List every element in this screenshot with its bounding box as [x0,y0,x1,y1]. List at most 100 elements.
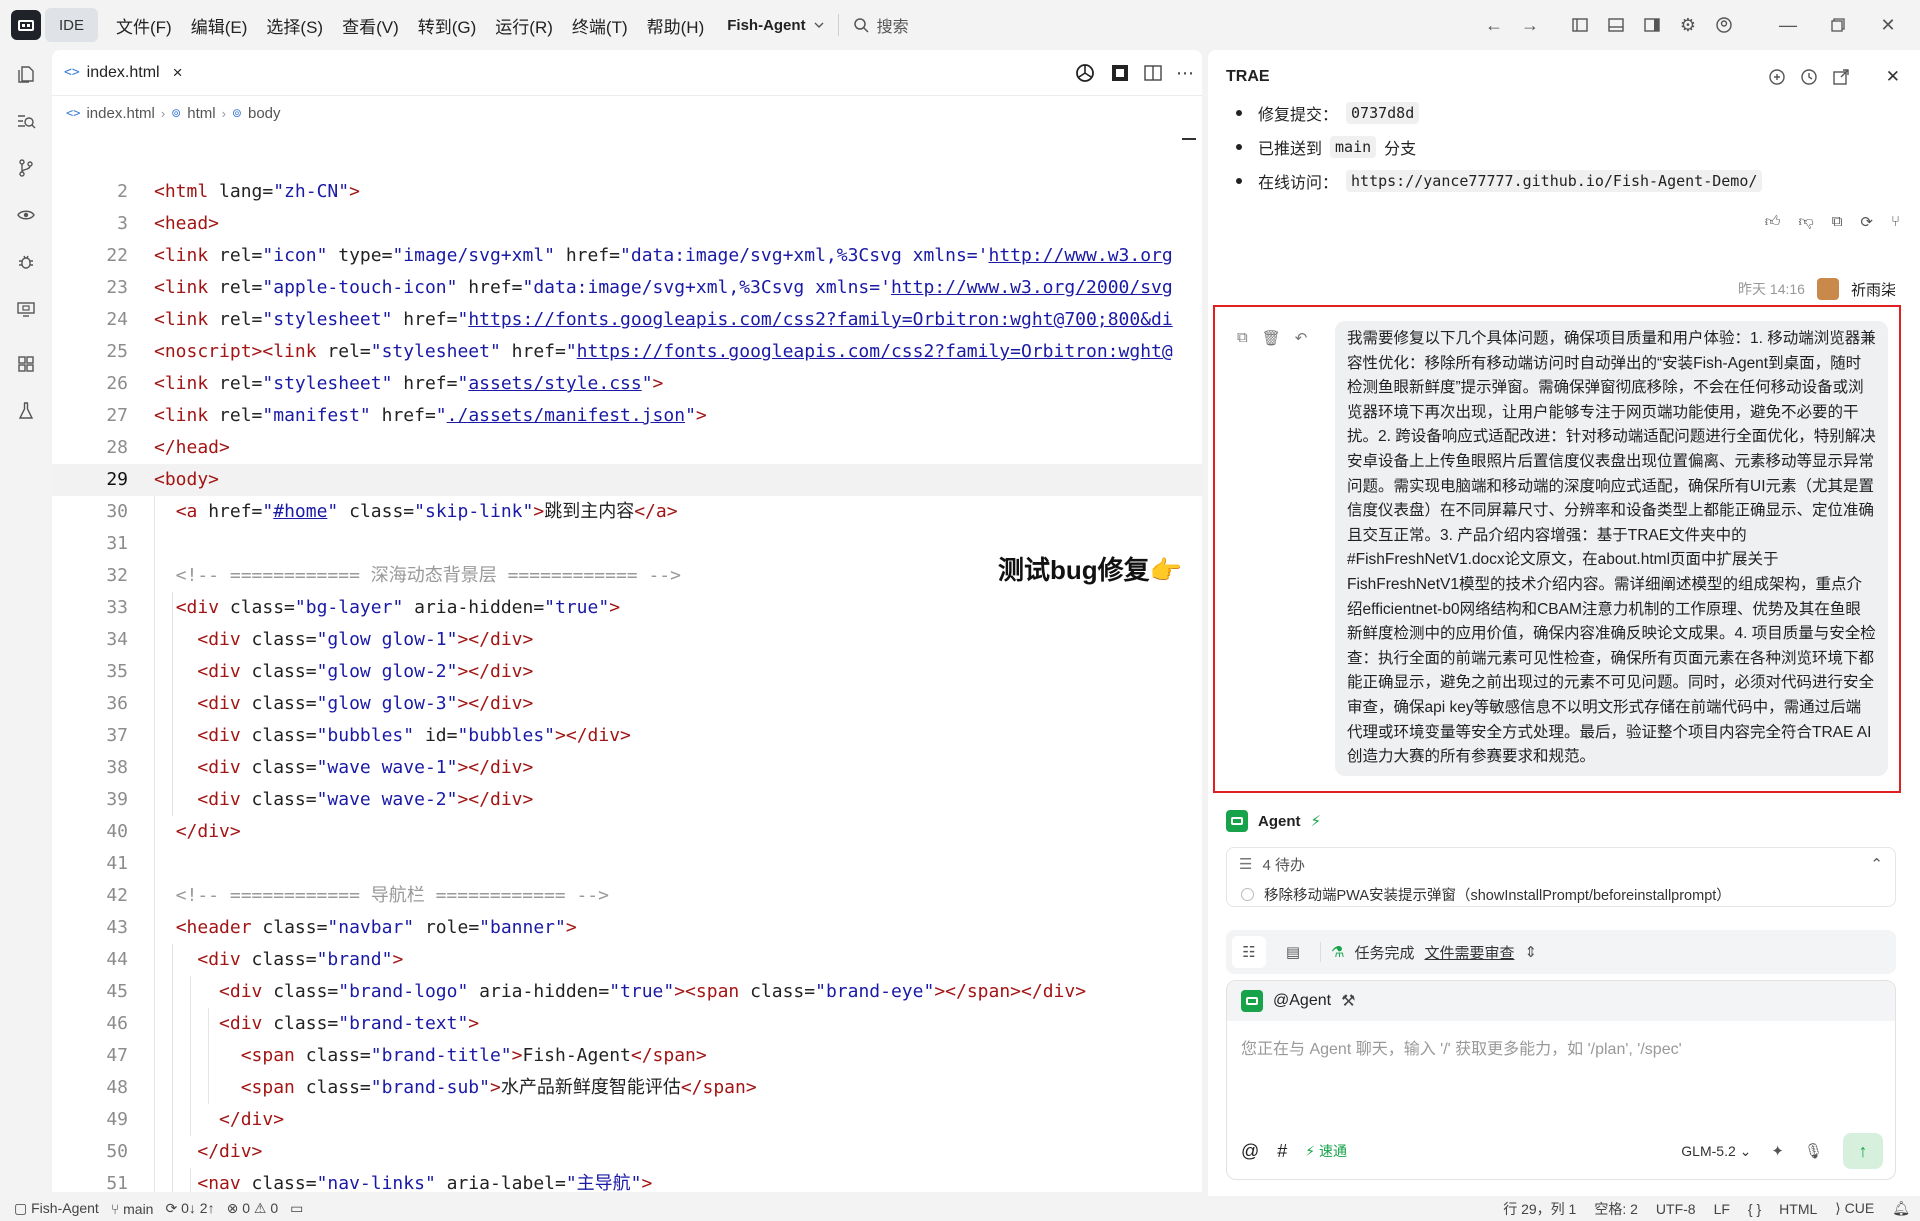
code-line[interactable]: 37 <div class="bubbles" id="bubbles"></d… [52,720,1202,752]
close-tab-icon[interactable]: × [173,63,183,83]
line-ending[interactable]: LF [1714,1201,1730,1217]
project-status[interactable]: ▢ Fish-Agent [14,1200,99,1217]
menu-run[interactable]: 运行(R) [495,13,553,38]
ai-swirl-icon[interactable] [1074,62,1096,84]
code-line[interactable]: 36 <div class="glow glow-3"></div> [52,688,1202,720]
code-line[interactable]: 48 <span class="brand-sub">水产品新鲜度智能评估</s… [52,1072,1202,1104]
breadcrumb-html[interactable]: html [187,105,215,122]
code-editor[interactable]: 2 <html lang="zh-CN"> 3 <head> 22 <link rel="… [52,176,1202,1192]
cursor-position[interactable]: 行 29，列 1 [1503,1199,1576,1219]
branch-icon[interactable]: ⑂ [1891,213,1900,231]
account-icon[interactable] [1706,7,1742,43]
back-arrow-icon[interactable]: ← [1476,7,1512,43]
close-panel-icon[interactable]: ✕ [1886,67,1900,87]
restore-icon[interactable] [1820,7,1856,43]
branch-status[interactable]: ⑂ main [111,1201,154,1217]
checklist-tab-icon[interactable]: ☷ [1232,936,1266,968]
code-line[interactable]: 23 <link rel="apple-touch-icon" href="dat… [52,272,1202,304]
problems-status[interactable]: ⊗ 0 ⚠ 0 [227,1200,279,1217]
code-line[interactable]: 34 <div class="glow glow-1"></div> [52,624,1202,656]
document-tab-icon[interactable]: ▤ [1276,936,1310,968]
code-line[interactable]: 30 <a href="#home" class="skip-link">跳到主… [52,496,1202,528]
code-line[interactable]: 41 [52,848,1202,880]
code-line[interactable]: 46 <div class="brand-text"> [52,1008,1202,1040]
preview-frame-icon[interactable] [1110,63,1130,83]
source-control-icon[interactable] [0,144,52,191]
sparkle-icon[interactable]: ✦ [1771,1142,1784,1160]
menu-go[interactable]: 转到(G) [418,13,477,38]
code-line[interactable]: 24 <link rel="stylesheet" href="https://f… [52,304,1202,336]
deploy-link[interactable]: https://yance77777.github.io/Fish-Agent-… [1346,170,1763,192]
remote-monitor-icon[interactable] [0,285,52,332]
encoding[interactable]: UTF-8 [1656,1201,1696,1217]
tools-icon[interactable]: ⚒ [1341,991,1355,1011]
at-mention-icon[interactable]: @ [1241,1141,1259,1162]
delete-icon[interactable]: 🗑︎ [1262,329,1281,347]
project-switcher[interactable]: Fish-Agent [727,17,824,34]
code-line[interactable]: 42 <!-- ============ 导航栏 ============ --… [52,880,1202,912]
language-mode[interactable]: HTML [1779,1201,1817,1217]
microphone-icon[interactable]: 🎙︎ [1804,1142,1823,1160]
model-selector[interactable]: GLM-5.2 ⌄ [1681,1143,1751,1160]
hashtag-icon[interactable]: # [1277,1141,1287,1162]
thumbs-up-icon[interactable]: 👍︎ [1765,213,1781,231]
collapse-icon[interactable]: ⌃ [1870,855,1883,873]
menu-terminal[interactable]: 终端(T) [572,13,628,38]
undo-icon[interactable]: ↶ [1295,329,1308,347]
toggle-sidebar-icon[interactable] [1562,7,1598,43]
code-line[interactable]: 33 <div class="bg-layer" aria-hidden="tr… [52,592,1202,624]
review-files-link[interactable]: 文件需要审查 [1424,942,1514,963]
ide-mode-button[interactable]: IDE [45,8,99,42]
toggle-panel-icon[interactable] [1598,7,1634,43]
code-line[interactable]: 38 <div class="wave wave-1"></div> [52,752,1202,784]
code-line[interactable]: 39 <div class="wave wave-2"></div> [52,784,1202,816]
agent-mention[interactable]: @Agent ⚒ [1227,981,1895,1021]
todo-item[interactable]: 移除移动端PWA安装提示弹窗（showInstallPrompt/beforei… [1227,880,1895,906]
code-line[interactable]: 51 <nav class="nav-links" aria-label="主导… [52,1168,1202,1192]
code-line[interactable]: 28 </head> [52,432,1202,464]
copy-icon[interactable]: ⧉ [1237,329,1248,347]
code-line[interactable]: 44 <div class="brand"> [52,944,1202,976]
history-icon[interactable] [1800,68,1818,86]
toggle-secondary-sidebar-icon[interactable] [1634,7,1670,43]
breadcrumb-file[interactable]: index.html [86,105,154,122]
code-line[interactable]: 47 <span class="brand-title">Fish-Agent<… [52,1040,1202,1072]
code-line[interactable]: 3 <head> [52,208,1202,240]
notifications-icon[interactable]: 🔔︎ [1892,1200,1910,1217]
code-line[interactable]: 40 </div> [52,816,1202,848]
tab-index-html[interactable]: <> index.html × [52,50,195,96]
todo-header[interactable]: ☰ 4 待办 ⌃ [1227,848,1895,880]
fast-mode-toggle[interactable]: ⚡︎ 速通 [1305,1141,1347,1161]
testing-flask-icon[interactable] [0,387,52,434]
regenerate-icon[interactable]: ⟳ [1860,213,1873,231]
copy-icon[interactable]: ⧉ [1832,213,1843,231]
indentation[interactable]: 空格: 2 [1594,1199,1638,1219]
code-line[interactable]: 2 <html lang="zh-CN"> [52,176,1202,208]
code-line[interactable]: 49 </div> [52,1104,1202,1136]
cue-status[interactable]: ⟩ CUE [1835,1200,1874,1217]
more-icon[interactable]: ⋯ [1176,63,1194,84]
code-line[interactable]: 45 <div class="brand-logo" aria-hidden="… [52,976,1202,1008]
code-line[interactable]: 43 <header class="navbar" role="banner"> [52,912,1202,944]
close-window-icon[interactable]: ✕ [1870,7,1906,43]
sync-status[interactable]: ⟳ 0↓ 2↑ [165,1200,214,1217]
search-files-icon[interactable] [0,97,52,144]
debug-bug-icon[interactable] [0,238,52,285]
menu-selection[interactable]: 选择(S) [266,13,323,38]
code-line[interactable]: 35 <div class="glow glow-2"></div> [52,656,1202,688]
braces-icon[interactable]: { } [1748,1201,1761,1217]
open-external-icon[interactable] [1832,68,1850,86]
minimize-icon[interactable]: — [1770,7,1806,43]
breadcrumb-body[interactable]: body [248,105,281,122]
forward-arrow-icon[interactable]: → [1512,7,1548,43]
send-button[interactable]: ↑ [1843,1133,1883,1169]
menu-edit[interactable]: 编辑(E) [191,13,248,38]
terminal-icon[interactable]: ▭ [290,1200,303,1217]
menu-help[interactable]: 帮助(H) [647,13,705,38]
split-editor-icon[interactable] [1144,65,1162,81]
thumbs-down-icon[interactable]: 👎︎ [1798,213,1813,231]
preview-eye-icon[interactable] [0,191,52,238]
search-box[interactable]: 搜索 [853,13,909,37]
code-line[interactable]: 50 </div> [52,1136,1202,1168]
code-line[interactable]: 25 <noscript><link rel="stylesheet" href=… [52,336,1202,368]
